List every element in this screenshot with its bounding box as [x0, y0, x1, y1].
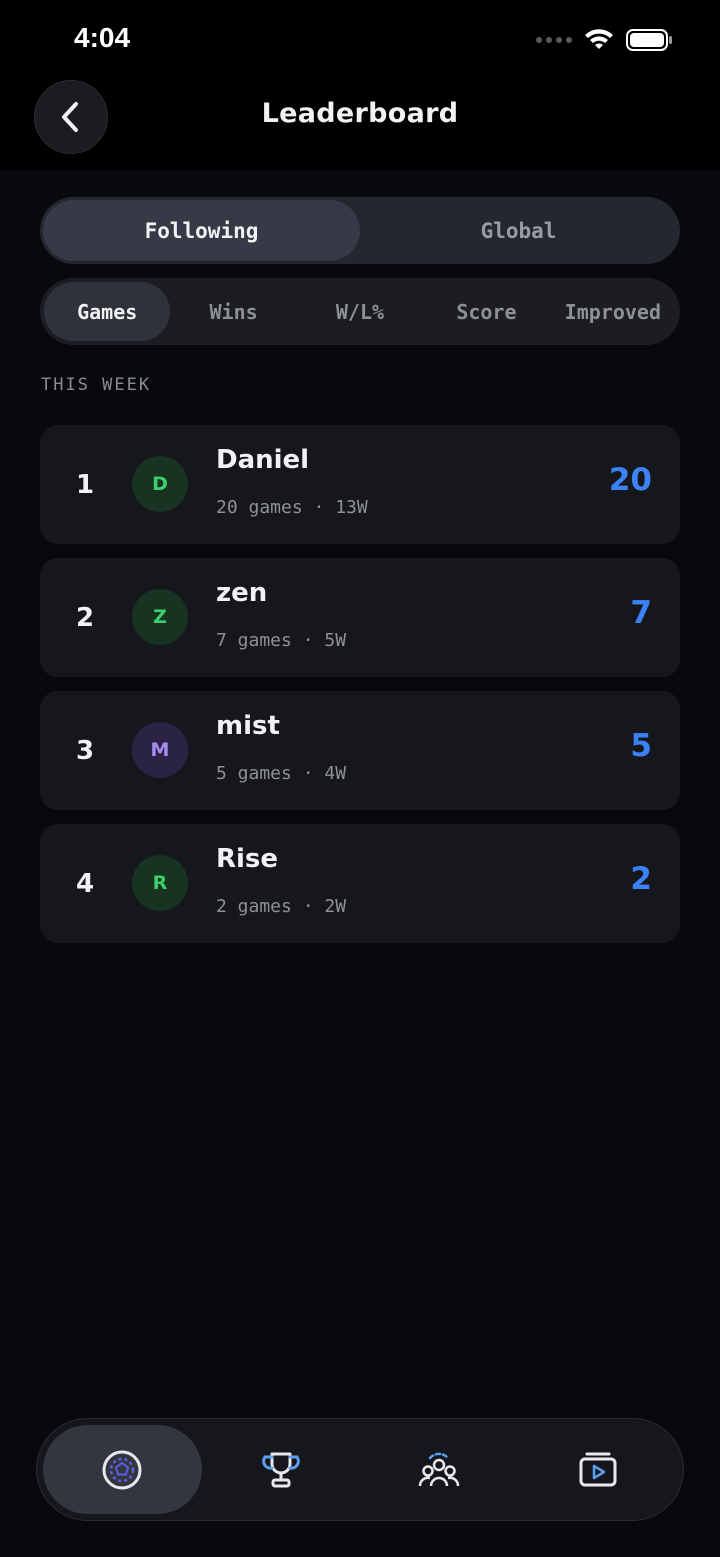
rank-number: 3	[76, 735, 95, 766]
status-time: 4:04	[74, 22, 131, 53]
player-stats: 2 games · 2W	[216, 896, 347, 917]
status-bar: 4:04	[0, 0, 720, 80]
player-name: mist	[216, 711, 280, 741]
nav-videos[interactable]	[519, 1425, 678, 1514]
scope-segmented-control: Following Global	[40, 197, 680, 264]
cellular-signal-icon	[536, 37, 572, 43]
player-score: 2	[630, 861, 652, 897]
battery-icon	[626, 29, 672, 51]
rank-number: 1	[76, 469, 95, 500]
tab-improved[interactable]: Improved	[550, 282, 676, 341]
wifi-icon	[585, 29, 613, 49]
avatar: M	[132, 722, 188, 778]
player-score: 5	[630, 728, 652, 764]
avatar: R	[132, 855, 188, 911]
player-name: Rise	[216, 844, 279, 874]
trophy-icon	[261, 1452, 300, 1487]
nav-play[interactable]	[43, 1425, 202, 1514]
tab-win-loss-percent[interactable]: W/L%	[297, 282, 423, 341]
nav-leaderboard[interactable]	[202, 1425, 361, 1514]
leaderboard-row[interactable]: 3 M mist 5 games · 4W 5	[40, 691, 680, 810]
nav-community[interactable]	[360, 1425, 519, 1514]
soccer-ball-icon	[102, 1450, 142, 1489]
leaderboard-row[interactable]: 2 Z zen 7 games · 5W 7	[40, 558, 680, 677]
player-score: 7	[630, 595, 652, 631]
avatar: D	[132, 456, 188, 512]
player-stats: 20 games · 13W	[216, 497, 368, 518]
avatar: Z	[132, 589, 188, 645]
rank-number: 4	[76, 868, 95, 899]
leaderboard-row[interactable]: 1 D Daniel 20 games · 13W 20	[40, 425, 680, 544]
player-name: Daniel	[216, 445, 310, 475]
tab-following[interactable]: Following	[43, 200, 360, 261]
player-name: zen	[216, 578, 268, 608]
leaderboard-list: 1 D Daniel 20 games · 13W 20 2 Z zen 7 g…	[40, 425, 680, 957]
player-stats: 5 games · 4W	[216, 763, 347, 784]
section-label: THIS WEEK	[41, 375, 152, 395]
player-stats: 7 games · 5W	[216, 630, 347, 651]
page-title: Leaderboard	[261, 98, 459, 129]
bottom-nav	[36, 1418, 684, 1521]
player-score: 20	[608, 462, 652, 498]
tab-wins[interactable]: Wins	[170, 282, 296, 341]
tab-global[interactable]: Global	[360, 200, 677, 261]
video-playlist-icon	[579, 1452, 617, 1486]
rank-number: 2	[76, 602, 95, 633]
tab-score[interactable]: Score	[423, 282, 549, 341]
metric-tabs: Games Wins W/L% Score Improved	[40, 278, 680, 345]
leaderboard-row[interactable]: 4 R Rise 2 games · 2W 2	[40, 824, 680, 943]
community-icon	[419, 1452, 460, 1486]
header: Leaderboard	[0, 80, 720, 170]
status-icons	[536, 28, 674, 52]
tab-games[interactable]: Games	[44, 282, 171, 341]
